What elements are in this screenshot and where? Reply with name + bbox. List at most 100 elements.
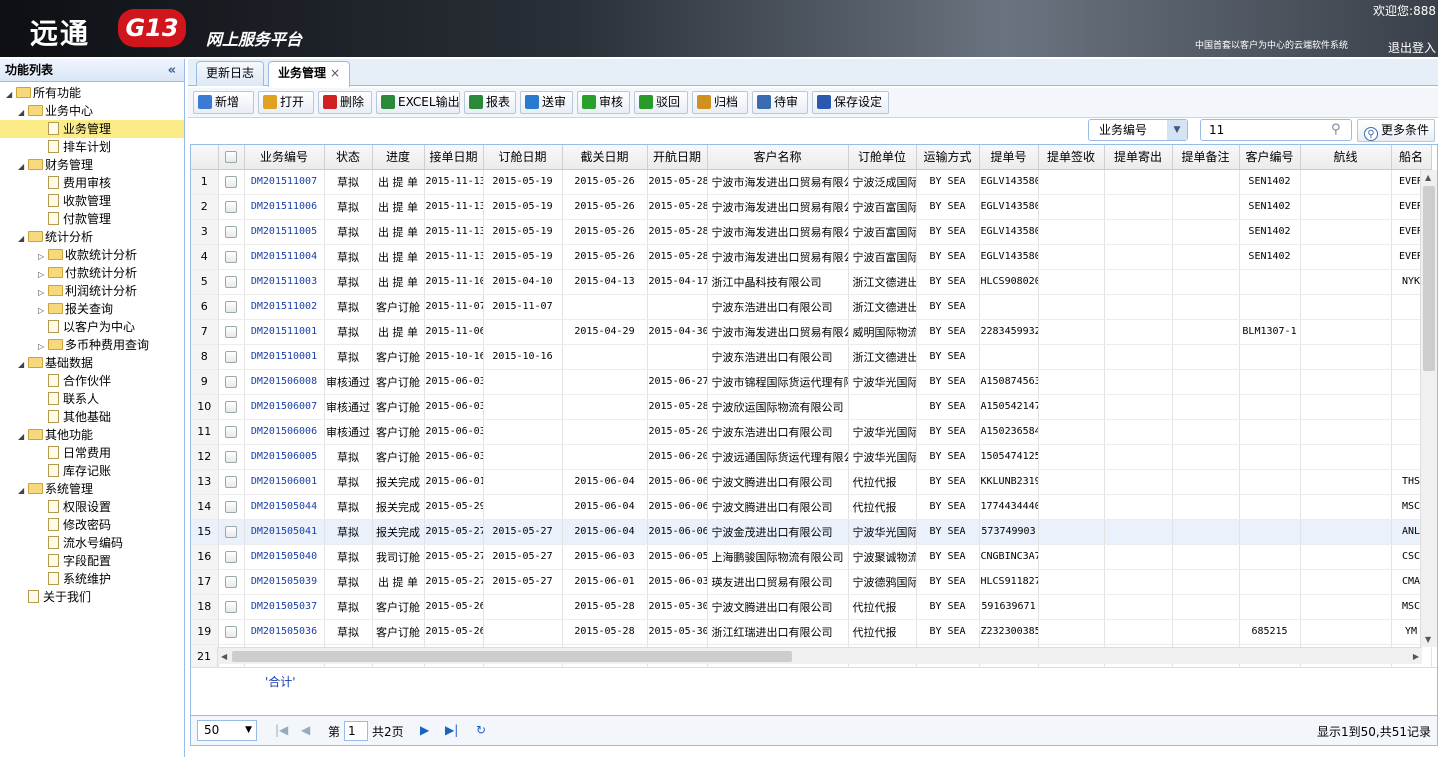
- lock-button[interactable]: 归档: [692, 91, 748, 114]
- submit-button[interactable]: 送审: [520, 91, 573, 114]
- page-number-input[interactable]: [344, 721, 368, 741]
- business-number-link[interactable]: DM201511004: [244, 244, 325, 270]
- approve-button[interactable]: 审核: [577, 91, 630, 114]
- row-checkbox-cell[interactable]: [218, 244, 245, 270]
- table-row[interactable]: 13 DM201506001 草拟 报关完成 2015-06-01 2015-06-04 2…: [191, 469, 1432, 495]
- row-checkbox-cell[interactable]: [218, 344, 245, 370]
- column-header[interactable]: 订舱单位: [848, 145, 917, 170]
- horizontal-scrollbar[interactable]: ◀ ▶: [218, 647, 1422, 664]
- checkbox-icon[interactable]: [225, 151, 237, 164]
- tree-node[interactable]: ◢ 所有功能: [0, 84, 184, 102]
- excel-button[interactable]: EXCEL输出: [376, 91, 460, 114]
- table-row[interactable]: 12 DM201506005 草拟 客户订舱 2015-06-03 2015-06-20 宁…: [191, 444, 1432, 470]
- checkbox-icon[interactable]: [225, 426, 237, 438]
- checkbox-icon[interactable]: [225, 601, 237, 613]
- prev-page-icon[interactable]: ◀: [301, 723, 310, 737]
- tree-node[interactable]: 排车计划: [0, 138, 184, 156]
- column-header[interactable]: 提单签收: [1038, 145, 1105, 170]
- report-button[interactable]: 报表: [464, 91, 516, 114]
- business-number-link[interactable]: DM201506005: [244, 444, 325, 470]
- row-checkbox-cell[interactable]: [218, 594, 245, 620]
- close-icon[interactable]: ×: [330, 66, 340, 80]
- search-input[interactable]: [1200, 119, 1352, 141]
- tree-node[interactable]: ▷ 报关查询: [0, 300, 184, 318]
- checkbox-icon[interactable]: [225, 226, 237, 238]
- tree-node[interactable]: 日常费用: [0, 444, 184, 462]
- table-row[interactable]: 4 DM201511004 草拟出 提 单 2015-11-13 2015-05-19 2…: [191, 244, 1432, 270]
- table-row[interactable]: 9 DM201506008 审核通过 客户订舱 2015-06-03 2015-06-27…: [191, 369, 1432, 395]
- reject-button[interactable]: 驳回: [634, 91, 688, 114]
- tree-node[interactable]: ◢ 业务中心: [0, 102, 184, 120]
- row-checkbox-cell[interactable]: [218, 294, 245, 320]
- row-checkbox-cell[interactable]: [218, 444, 245, 470]
- checkbox-icon[interactable]: [225, 376, 237, 388]
- column-header[interactable]: 截关日期: [562, 145, 648, 170]
- row-checkbox-cell[interactable]: [218, 219, 245, 245]
- row-checkbox-cell[interactable]: [218, 369, 245, 395]
- checkbox-icon[interactable]: [225, 501, 237, 513]
- scroll-up-icon[interactable]: ▲: [1425, 173, 1431, 182]
- row-checkbox-cell[interactable]: [218, 169, 245, 195]
- column-header[interactable]: 状态: [324, 145, 373, 170]
- row-checkbox-cell[interactable]: [218, 519, 245, 545]
- checkbox-icon[interactable]: [225, 576, 237, 588]
- table-row[interactable]: 11 DM201506006 审核通过 客户订舱 2015-06-03 2015-05-2…: [191, 419, 1432, 445]
- business-number-link[interactable]: DM201505041: [244, 519, 325, 545]
- column-header[interactable]: 客户名称: [707, 145, 849, 170]
- checkbox-icon[interactable]: [225, 301, 237, 313]
- checkbox-icon[interactable]: [225, 201, 237, 213]
- tree-node[interactable]: 费用审核: [0, 174, 184, 192]
- column-header[interactable]: 运输方式: [916, 145, 980, 170]
- collapse-icon[interactable]: «: [168, 59, 176, 82]
- tree-node[interactable]: 流水号编码: [0, 534, 184, 552]
- row-checkbox-cell[interactable]: [218, 544, 245, 570]
- tree-node[interactable]: 系统维护: [0, 570, 184, 588]
- select-all-checkbox[interactable]: [218, 145, 245, 170]
- column-header[interactable]: 提单备注: [1172, 145, 1240, 170]
- business-number-link[interactable]: DM201510001: [244, 344, 325, 370]
- tree-node[interactable]: 修改密码: [0, 516, 184, 534]
- tree-node[interactable]: ◢ 基础数据: [0, 354, 184, 372]
- tree-node[interactable]: ▷ 利润统计分析: [0, 282, 184, 300]
- checkbox-icon[interactable]: [225, 626, 237, 638]
- checkbox-icon[interactable]: [225, 326, 237, 338]
- search-field-select[interactable]: 业务编号 ▼: [1088, 119, 1188, 141]
- scroll-right-icon[interactable]: ▶: [1413, 652, 1419, 661]
- horizontal-scroll-thumb[interactable]: [232, 651, 792, 662]
- tab-business-management[interactable]: 业务管理 ×: [268, 61, 351, 87]
- table-row[interactable]: 6 DM201511002 草拟 客户订舱 2015-11-07 2015-11-07 宁波…: [191, 294, 1432, 320]
- row-checkbox-cell[interactable]: [218, 419, 245, 445]
- tree-node[interactable]: ▷ 付款统计分析: [0, 264, 184, 282]
- column-header[interactable]: 提单号: [979, 145, 1039, 170]
- tree-node[interactable]: 字段配置: [0, 552, 184, 570]
- tree-node[interactable]: 业务管理: [0, 120, 184, 138]
- last-page-icon[interactable]: ▶|: [445, 723, 458, 737]
- tree-node[interactable]: ◢ 其他功能: [0, 426, 184, 444]
- vertical-scrollbar[interactable]: ▲ ▼: [1420, 170, 1437, 647]
- tree-node[interactable]: 关于我们: [0, 588, 184, 606]
- table-row[interactable]: 17 DM201505039 草拟出 提 单 2015-05-27 2015-05-27…: [191, 569, 1432, 595]
- table-row[interactable]: 15 DM201505041 草拟 报关完成 2015-05-27 2015-05-27 2…: [191, 519, 1432, 545]
- column-header[interactable]: 开航日期: [647, 145, 708, 170]
- business-number-link[interactable]: DM201506007: [244, 394, 325, 420]
- tab-update-log[interactable]: 更新日志: [196, 61, 265, 86]
- column-header[interactable]: 订舱日期: [483, 145, 563, 170]
- tree-node[interactable]: 库存记账: [0, 462, 184, 480]
- column-header[interactable]: 客户编号: [1239, 145, 1301, 170]
- table-row[interactable]: 2 DM201511006 草拟出 提 单 2015-11-13 2015-05-19 2…: [191, 194, 1432, 220]
- checkbox-icon[interactable]: [225, 526, 237, 538]
- tree-node[interactable]: 合作伙伴: [0, 372, 184, 390]
- tree-node[interactable]: 以客户为中心: [0, 318, 184, 336]
- search-icon[interactable]: ⚲: [1331, 122, 1347, 138]
- checkbox-icon[interactable]: [225, 351, 237, 363]
- column-header[interactable]: 提单寄出: [1104, 145, 1173, 170]
- tree-node[interactable]: 权限设置: [0, 498, 184, 516]
- business-number-link[interactable]: DM201506001: [244, 469, 325, 495]
- table-row[interactable]: 5 DM201511003 草拟出 提 单 2015-11-10 2015-04-10 2…: [191, 269, 1432, 295]
- business-number-link[interactable]: DM201511002: [244, 294, 325, 320]
- business-number-link[interactable]: DM201511003: [244, 269, 325, 295]
- table-row[interactable]: 8 DM201510001 草拟 客户订舱 2015-10-16 2015-10-16 宁波…: [191, 344, 1432, 370]
- logout-link[interactable]: 退出登入: [1388, 39, 1436, 56]
- more-conditions-button[interactable]: ⚲ 更多条件: [1357, 119, 1435, 142]
- scroll-left-icon[interactable]: ◀: [221, 652, 227, 661]
